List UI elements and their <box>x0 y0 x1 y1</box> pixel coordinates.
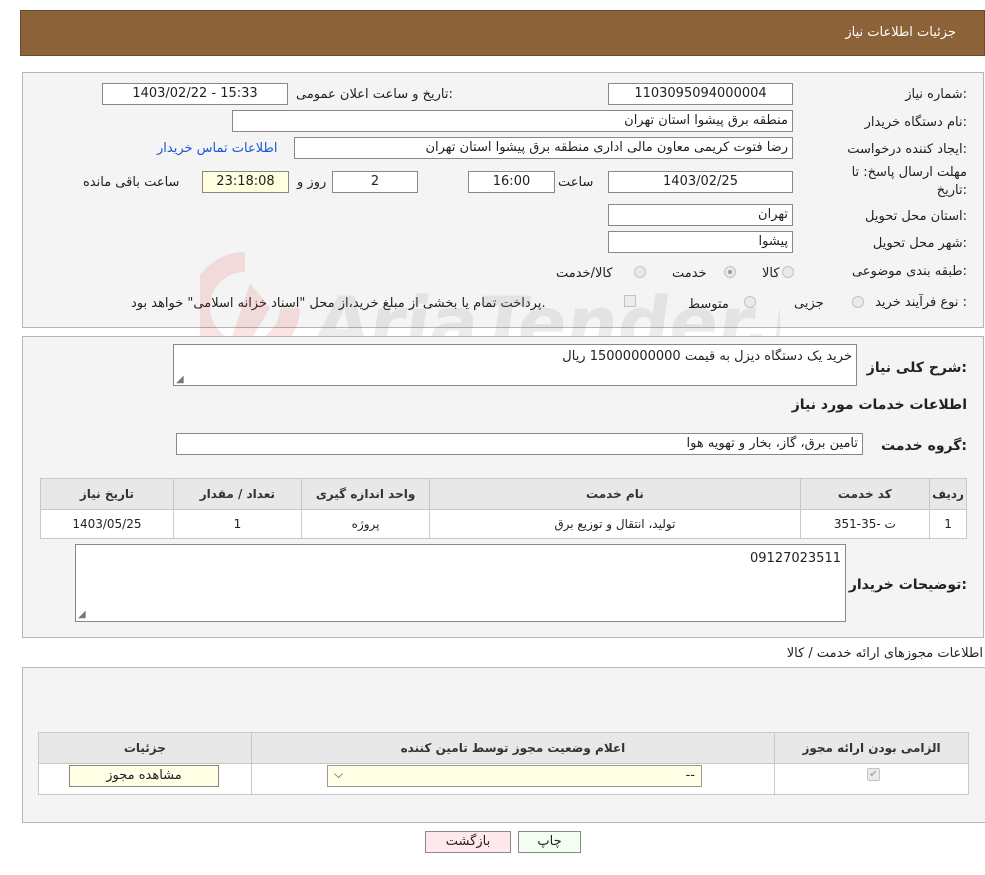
city-label: شهر محل تحویل: <box>872 236 967 251</box>
buyer-contact-link[interactable]: اطلاعات تماس خریدار <box>157 141 277 156</box>
col-permit-required: الزامی بودن ارائه مجوز <box>774 732 969 764</box>
resize-grip-icon: ◢ <box>176 374 184 385</box>
cell-unit: پروژه <box>300 509 431 539</box>
permit-required-checkbox: ✔ <box>867 768 880 781</box>
requester-field[interactable]: رضا فتوت کریمی معاون مالی اداری منطقه بر… <box>294 137 793 159</box>
permits-title: اطلاعات مجوزهای ارائه خدمت / کالا <box>786 646 983 661</box>
need-number-label: شماره نیاز: <box>905 87 967 102</box>
deadline-time-field[interactable]: 16:00 <box>468 171 555 193</box>
province-label: استان محل تحویل: <box>865 209 967 224</box>
process-minor-label: جزیی <box>794 296 824 311</box>
col-service-code: کد خدمت <box>799 478 931 510</box>
process-label: نوع فرآیند خرید : <box>875 295 967 310</box>
services-table: تاریخ نیاز تعداد / مقدار واحد اندازه گیر… <box>40 478 967 539</box>
table-row: 1403/05/25 1 پروژه تولید، انتقال و توزیع… <box>40 509 967 539</box>
permits-header-row: جزئیات اعلام وضعیت مجوز توسط تامین کننده… <box>38 732 969 764</box>
service-group-label: گروه خدمت: <box>881 438 967 454</box>
cell-row-number: 1 <box>929 509 967 539</box>
province-field[interactable]: تهران <box>608 204 793 226</box>
chevron-down-icon: ⌵ <box>334 767 344 781</box>
requester-label: ایجاد کننده درخواست: <box>847 142 967 157</box>
need-number-field[interactable]: 1103095094000004 <box>608 83 793 105</box>
col-quantity: تعداد / مقدار <box>172 478 302 510</box>
buyer-org-field[interactable]: منطقه برق پیشوا استان تهران <box>232 110 793 132</box>
cell-service-code: ت -35-351 <box>799 509 931 539</box>
back-button[interactable]: بازگشت <box>425 831 511 853</box>
cell-service-name: تولید، انتقال و توزیع برق <box>429 509 801 539</box>
col-details: جزئیات <box>38 732 252 764</box>
buyer-notes-label: توضیحات خریدار: <box>848 577 967 593</box>
deadline-time-label: ساعت <box>558 175 594 190</box>
services-title: اطلاعات خدمات مورد نیاز <box>791 397 967 413</box>
service-group-field[interactable]: تامین برق، گاز، بخار و تهویه هوا <box>176 433 863 455</box>
days-label: روز و <box>297 175 327 190</box>
page-header: جزئیات اطلاعات نیاز <box>20 10 985 56</box>
print-button[interactable]: چاپ <box>518 831 581 853</box>
deadline-label: مهلت ارسال پاسخ: تا <box>851 165 967 180</box>
category-goods-radio[interactable] <box>782 266 794 278</box>
col-permit-status: اعلام وضعیت مجوز توسط تامین کننده <box>250 732 776 764</box>
cell-quantity: 1 <box>172 509 302 539</box>
summary-textarea[interactable]: خرید یک دستگاه دیزل به قیمت 15000000000 … <box>173 344 857 386</box>
col-service-name: نام خدمت <box>429 478 801 510</box>
remaining-days-field[interactable]: 2 <box>332 171 418 193</box>
category-label: طبقه بندی موضوعی: <box>851 264 967 279</box>
resize-grip-icon: ◢ <box>78 609 86 620</box>
buyer-notes-textarea[interactable]: 09127023511 <box>75 544 846 622</box>
remaining-label: ساعت باقی مانده <box>83 175 180 190</box>
deadline-date-field[interactable]: 1403/02/25 <box>608 171 793 193</box>
process-minor-radio[interactable] <box>852 296 864 308</box>
buyer-org-label: نام دستگاه خریدار: <box>864 115 967 130</box>
announce-date-label: تاریخ و ساعت اعلان عمومی: <box>296 87 453 102</box>
summary-label: شرح کلی نیاز: <box>866 360 967 376</box>
deadline-date-label: تاریخ: <box>936 183 967 198</box>
view-permit-button[interactable]: مشاهده مجوز <box>69 765 219 787</box>
col-need-date: تاریخ نیاز <box>40 478 174 510</box>
page-title: جزئیات اطلاعات نیاز <box>845 25 956 40</box>
col-row-number: ردیف <box>929 478 967 510</box>
col-unit: واحد اندازه گیری <box>300 478 431 510</box>
services-header-row: تاریخ نیاز تعداد / مقدار واحد اندازه گیر… <box>40 478 967 510</box>
remaining-time-field: 23:18:08 <box>202 171 289 193</box>
announce-date-field[interactable]: 1403/02/22 - 15:33 <box>102 83 288 105</box>
permit-status-value: -- <box>685 768 695 783</box>
cell-need-date: 1403/05/25 <box>40 509 174 539</box>
permit-status-select[interactable]: -- ⌵ <box>327 765 702 787</box>
